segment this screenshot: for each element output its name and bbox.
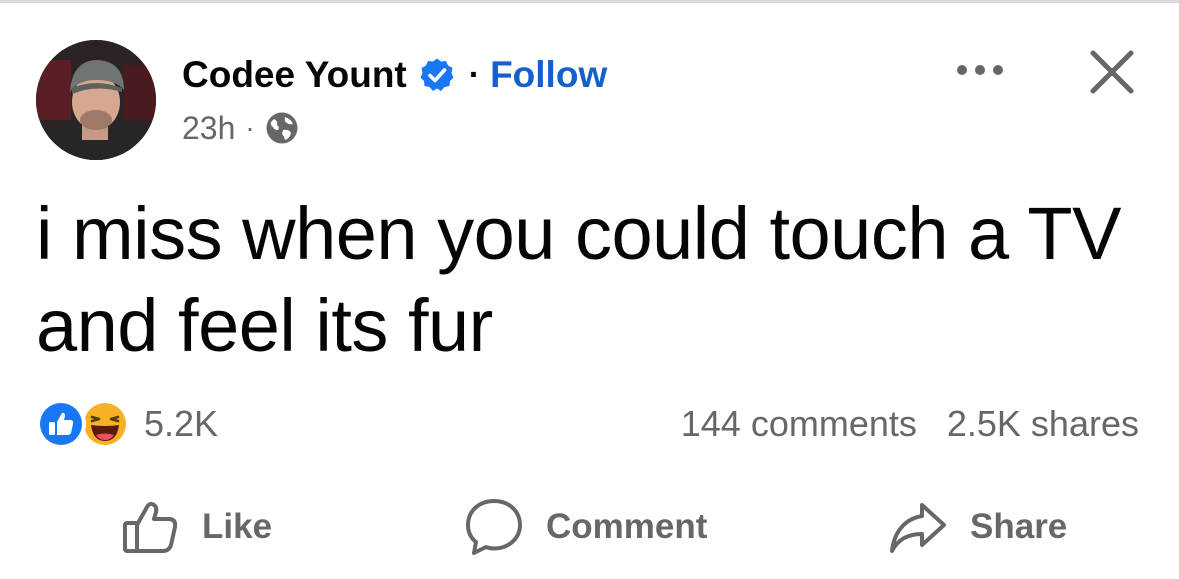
share-arrow-icon <box>890 503 946 553</box>
shares-count[interactable]: 2.5K shares <box>947 403 1139 445</box>
facebook-post: Codee Yount · Follow 23h · i miss when y… <box>0 0 1179 579</box>
haha-reaction-icon <box>80 399 130 449</box>
reactions-summary[interactable]: 5.2K <box>36 396 218 452</box>
like-button[interactable]: Like <box>120 492 272 562</box>
verified-badge-icon <box>419 57 455 93</box>
post-meta: 23h · <box>182 108 299 148</box>
more-options-button[interactable] <box>950 50 1010 90</box>
globe-icon <box>265 111 299 145</box>
avatar-image <box>36 40 156 160</box>
close-button[interactable] <box>1082 44 1142 100</box>
follow-button[interactable]: Follow <box>490 54 607 96</box>
like-reaction-icon <box>36 399 86 449</box>
thumbs-up-icon <box>123 501 178 553</box>
top-divider <box>0 0 1179 3</box>
close-icon <box>1090 50 1134 94</box>
post-timestamp[interactable]: 23h <box>182 110 235 147</box>
share-button[interactable]: Share <box>888 492 1067 562</box>
like-label: Like <box>202 507 273 546</box>
share-label: Share <box>970 507 1068 546</box>
engagement-counts: 144 comments 2.5K shares <box>681 400 1139 448</box>
comment-bubble-icon <box>466 499 522 555</box>
more-options-icon <box>957 65 1003 75</box>
post-text: i miss when you could touch a TV and fee… <box>36 192 1121 367</box>
action-bar: Like Comment Share <box>0 492 1179 562</box>
reaction-count: 5.2K <box>144 403 219 444</box>
comments-count[interactable]: 144 comments <box>681 403 917 445</box>
avatar[interactable] <box>36 40 156 160</box>
name-separator: · <box>468 55 481 94</box>
author-name[interactable]: Codee Yount <box>182 54 407 96</box>
comment-label: Comment <box>546 507 708 546</box>
author-line: Codee Yount · Follow <box>182 52 607 98</box>
comment-button[interactable]: Comment <box>464 492 707 562</box>
meta-separator: · <box>245 112 255 143</box>
